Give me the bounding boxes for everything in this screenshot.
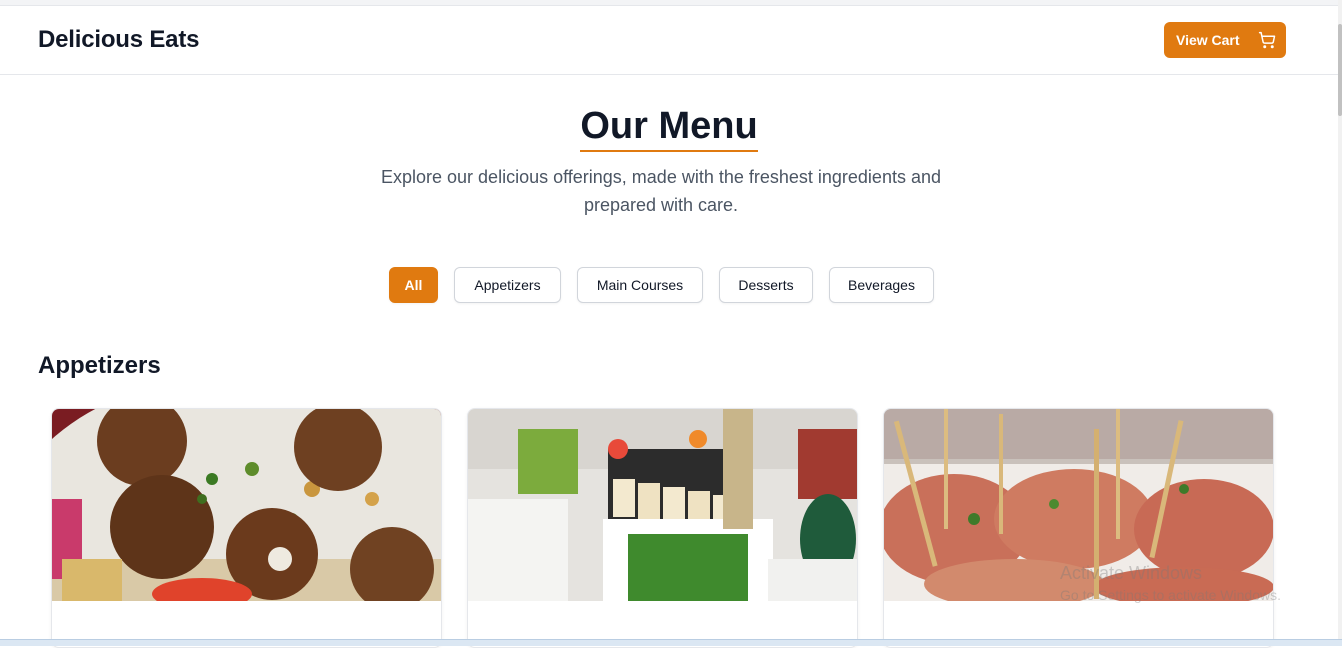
menu-item-card[interactable]	[883, 408, 1274, 648]
sushi-display-image	[468, 409, 857, 601]
section-title-appetizers: Appetizers	[38, 352, 161, 379]
filter-main-courses-button[interactable]: Main Courses	[577, 267, 703, 303]
site-header: Delicious Eats View Cart	[0, 6, 1338, 75]
page-subtitle: Explore our delicious offerings, made wi…	[381, 167, 941, 215]
windows-activation-watermark: Activate Windows Go to Settings to activ…	[1060, 562, 1281, 606]
view-cart-button[interactable]: View Cart	[1164, 22, 1286, 58]
brand-logo-text[interactable]: Delicious Eats	[38, 26, 199, 54]
scrollbar-thumb[interactable]	[1338, 24, 1342, 116]
menu-item-card[interactable]	[467, 408, 858, 648]
filter-desserts-button[interactable]: Desserts	[719, 267, 813, 303]
falafel-plate-image	[52, 409, 441, 601]
watermark-line-1: Activate Windows	[1060, 563, 1203, 583]
taskbar-edge	[0, 639, 1342, 646]
watermark-line-2: Go to Settings to activate Windows.	[1060, 587, 1281, 603]
filter-all-button[interactable]: All	[389, 267, 438, 303]
vertical-scrollbar[interactable]	[1338, 0, 1342, 640]
page-title-wrapper: Our Menu	[0, 104, 1338, 152]
view-cart-label: View Cart	[1176, 32, 1240, 48]
filter-appetizers-button[interactable]: Appetizers	[454, 267, 561, 303]
falafel-plate-photo	[52, 409, 441, 601]
category-filter-bar: All Appetizers Main Courses Desserts Bev…	[0, 267, 1338, 303]
menu-item-card[interactable]	[51, 408, 442, 648]
sushi-canape-display-photo	[468, 409, 857, 601]
filter-beverages-button[interactable]: Beverages	[829, 267, 934, 303]
page-title: Our Menu	[580, 104, 758, 152]
shopping-cart-icon	[1258, 31, 1276, 49]
